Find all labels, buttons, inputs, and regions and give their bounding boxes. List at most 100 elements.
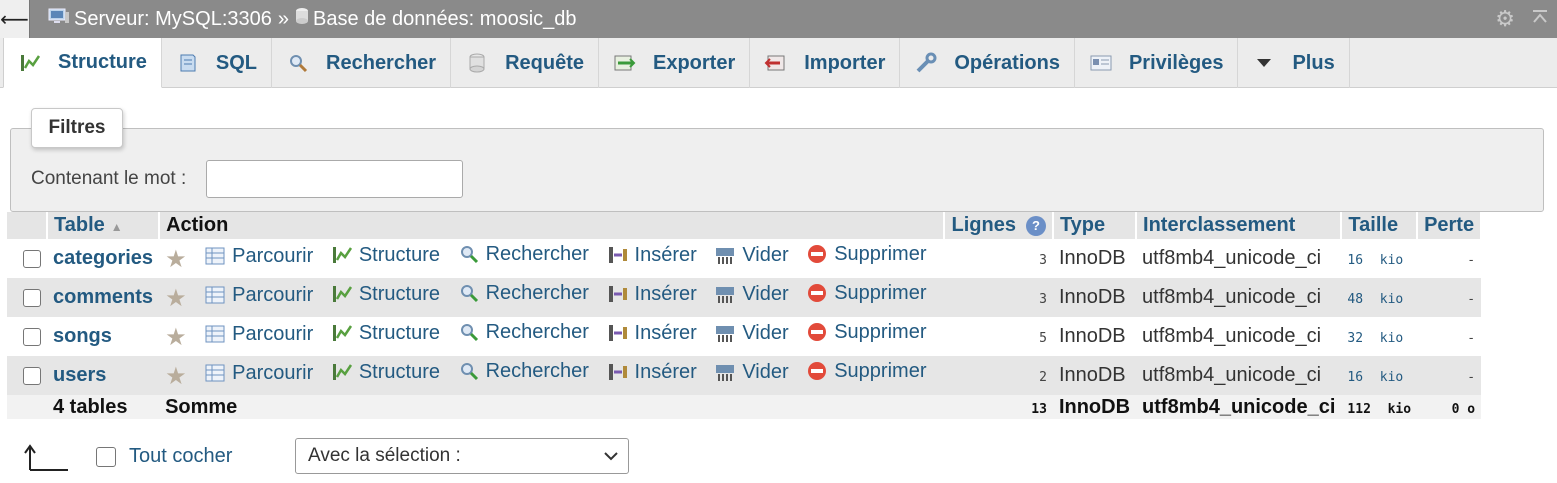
search-icon	[458, 360, 480, 382]
chevron-down-icon	[604, 445, 618, 466]
header-table[interactable]: Table ▲	[47, 212, 161, 239]
collation-cell: utf8mb4_unicode_ci	[1136, 317, 1342, 356]
browse-link[interactable]: Parcourir	[204, 362, 313, 385]
table-name-link[interactable]: songs	[53, 325, 112, 347]
delete-icon	[806, 321, 828, 343]
privileges-icon	[1089, 52, 1113, 74]
back-arrow-icon[interactable]: ⟵	[0, 0, 30, 38]
row-checkbox[interactable]	[23, 249, 41, 268]
empty-link[interactable]: Vider	[714, 322, 789, 345]
check-all-checkbox[interactable]	[96, 447, 116, 467]
header-rows[interactable]: Lignes?	[944, 212, 1054, 239]
database-icon	[295, 7, 309, 31]
search-link[interactable]: Rechercher	[458, 360, 589, 383]
collation-cell: utf8mb4_unicode_ci	[1136, 278, 1342, 317]
header-overhead[interactable]: Perte	[1417, 212, 1483, 239]
header-action: Action	[159, 212, 946, 239]
row-checkbox[interactable]	[23, 327, 41, 346]
bulk-actions-bar: Tout cocher Avec la sélection :	[0, 436, 1557, 476]
table-row: songs ★ Parcourir Structure Rechercher I…	[7, 317, 1482, 356]
row-checkbox-cell	[7, 317, 47, 356]
empty-link[interactable]: Vider	[714, 361, 789, 384]
drop-link[interactable]: Supprimer	[806, 360, 926, 383]
drop-link[interactable]: Supprimer	[806, 282, 926, 305]
table-row: users ★ Parcourir Structure Rechercher I…	[7, 356, 1482, 395]
shredder-icon	[714, 244, 736, 266]
browse-icon	[204, 284, 226, 306]
table-row: comments ★ Parcourir Structure Recherche…	[7, 278, 1482, 317]
search-link[interactable]: Rechercher	[458, 243, 589, 266]
favorite-star-icon[interactable]: ★	[165, 285, 187, 312]
search-link[interactable]: Rechercher	[458, 282, 589, 305]
drop-link[interactable]: Supprimer	[806, 243, 926, 266]
footer-empty	[7, 395, 47, 419]
footer-label: Somme	[159, 395, 945, 419]
search-link[interactable]: Rechercher	[458, 321, 589, 344]
structure-icon	[18, 52, 42, 74]
tab-structure[interactable]: Structure	[3, 38, 162, 88]
row-checkbox[interactable]	[23, 288, 41, 307]
overhead-cell: -	[1417, 356, 1482, 395]
insert-link[interactable]: Insérer	[607, 322, 697, 345]
header-type[interactable]: Type	[1052, 212, 1138, 239]
empty-link[interactable]: Vider	[714, 244, 789, 267]
help-icon[interactable]: ?	[1025, 215, 1046, 236]
row-count-cell: 3	[944, 239, 1053, 278]
favorite-star-icon[interactable]: ★	[165, 246, 187, 273]
shredder-icon	[714, 361, 736, 383]
tab-operations[interactable]: Opérations	[900, 38, 1075, 88]
check-all-label[interactable]: Tout cocher	[129, 445, 232, 468]
header-size[interactable]: Taille	[1341, 212, 1419, 239]
insert-link[interactable]: Insérer	[607, 361, 697, 384]
with-selected-select[interactable]: Avec la sélection :	[295, 438, 629, 474]
overhead-cell: -	[1417, 317, 1482, 356]
header-collation[interactable]: Interclassement	[1136, 212, 1343, 239]
overhead-cell: -	[1417, 278, 1482, 317]
structure-link[interactable]: Structure	[331, 244, 440, 267]
table-name-link[interactable]: categories	[53, 247, 153, 269]
structure-link[interactable]: Structure	[331, 283, 440, 306]
row-checkbox[interactable]	[23, 366, 41, 385]
browse-link[interactable]: Parcourir	[204, 284, 313, 307]
table-name-link[interactable]: users	[53, 364, 106, 386]
gear-icon[interactable]: ⚙	[1495, 6, 1515, 32]
structure-link[interactable]: Structure	[331, 361, 440, 384]
tables-list: Table ▲ Action Lignes? Type Interclasseme…	[7, 212, 1483, 419]
delete-icon	[806, 282, 828, 304]
table-name-cell: comments	[47, 278, 160, 317]
tab-export[interactable]: Exporter	[599, 38, 751, 88]
breadcrumb-database[interactable]: Base de données: moosic_db	[313, 8, 577, 31]
insert-link[interactable]: Insérer	[607, 283, 697, 306]
size-cell: 16 kio	[1341, 239, 1418, 278]
browse-link[interactable]: Parcourir	[204, 245, 313, 268]
size-cell: 16 kio	[1341, 356, 1418, 395]
favorite-star-icon[interactable]: ★	[165, 363, 187, 390]
tab-sql[interactable]: SQL	[162, 38, 273, 88]
filter-label: Contenant le mot :	[31, 168, 187, 189]
row-actions: ★ Parcourir Structure Rechercher Insérer…	[159, 239, 945, 278]
browse-link[interactable]: Parcourir	[204, 323, 313, 346]
tab-query[interactable]: Requête	[451, 38, 599, 88]
collapse-icon[interactable]	[1531, 6, 1549, 32]
footer-overhead: 0 o	[1417, 395, 1482, 419]
drop-link[interactable]: Supprimer	[806, 321, 926, 344]
tab-search[interactable]: Rechercher	[272, 38, 452, 88]
breadcrumb-server[interactable]: Serveur: MySQL:3306	[74, 8, 272, 31]
caret-down-icon	[1252, 52, 1276, 74]
browse-icon	[204, 362, 226, 384]
structure-link[interactable]: Structure	[331, 322, 440, 345]
export-icon	[613, 52, 637, 74]
type-cell: InnoDB	[1052, 278, 1137, 317]
empty-link[interactable]: Vider	[714, 283, 789, 306]
insert-link[interactable]: Insérer	[607, 244, 697, 267]
structure-icon	[331, 244, 353, 266]
delete-icon	[806, 243, 828, 265]
row-actions: ★ Parcourir Structure Rechercher Insérer…	[159, 278, 945, 317]
table-name-link[interactable]: comments	[53, 286, 153, 308]
tab-import[interactable]: Importer	[750, 38, 901, 88]
tab-more[interactable]: Plus	[1238, 38, 1350, 88]
tab-privileges[interactable]: Privilèges	[1075, 38, 1239, 88]
favorite-star-icon[interactable]: ★	[165, 324, 187, 351]
filter-input[interactable]	[206, 160, 463, 198]
sql-icon	[176, 52, 200, 74]
